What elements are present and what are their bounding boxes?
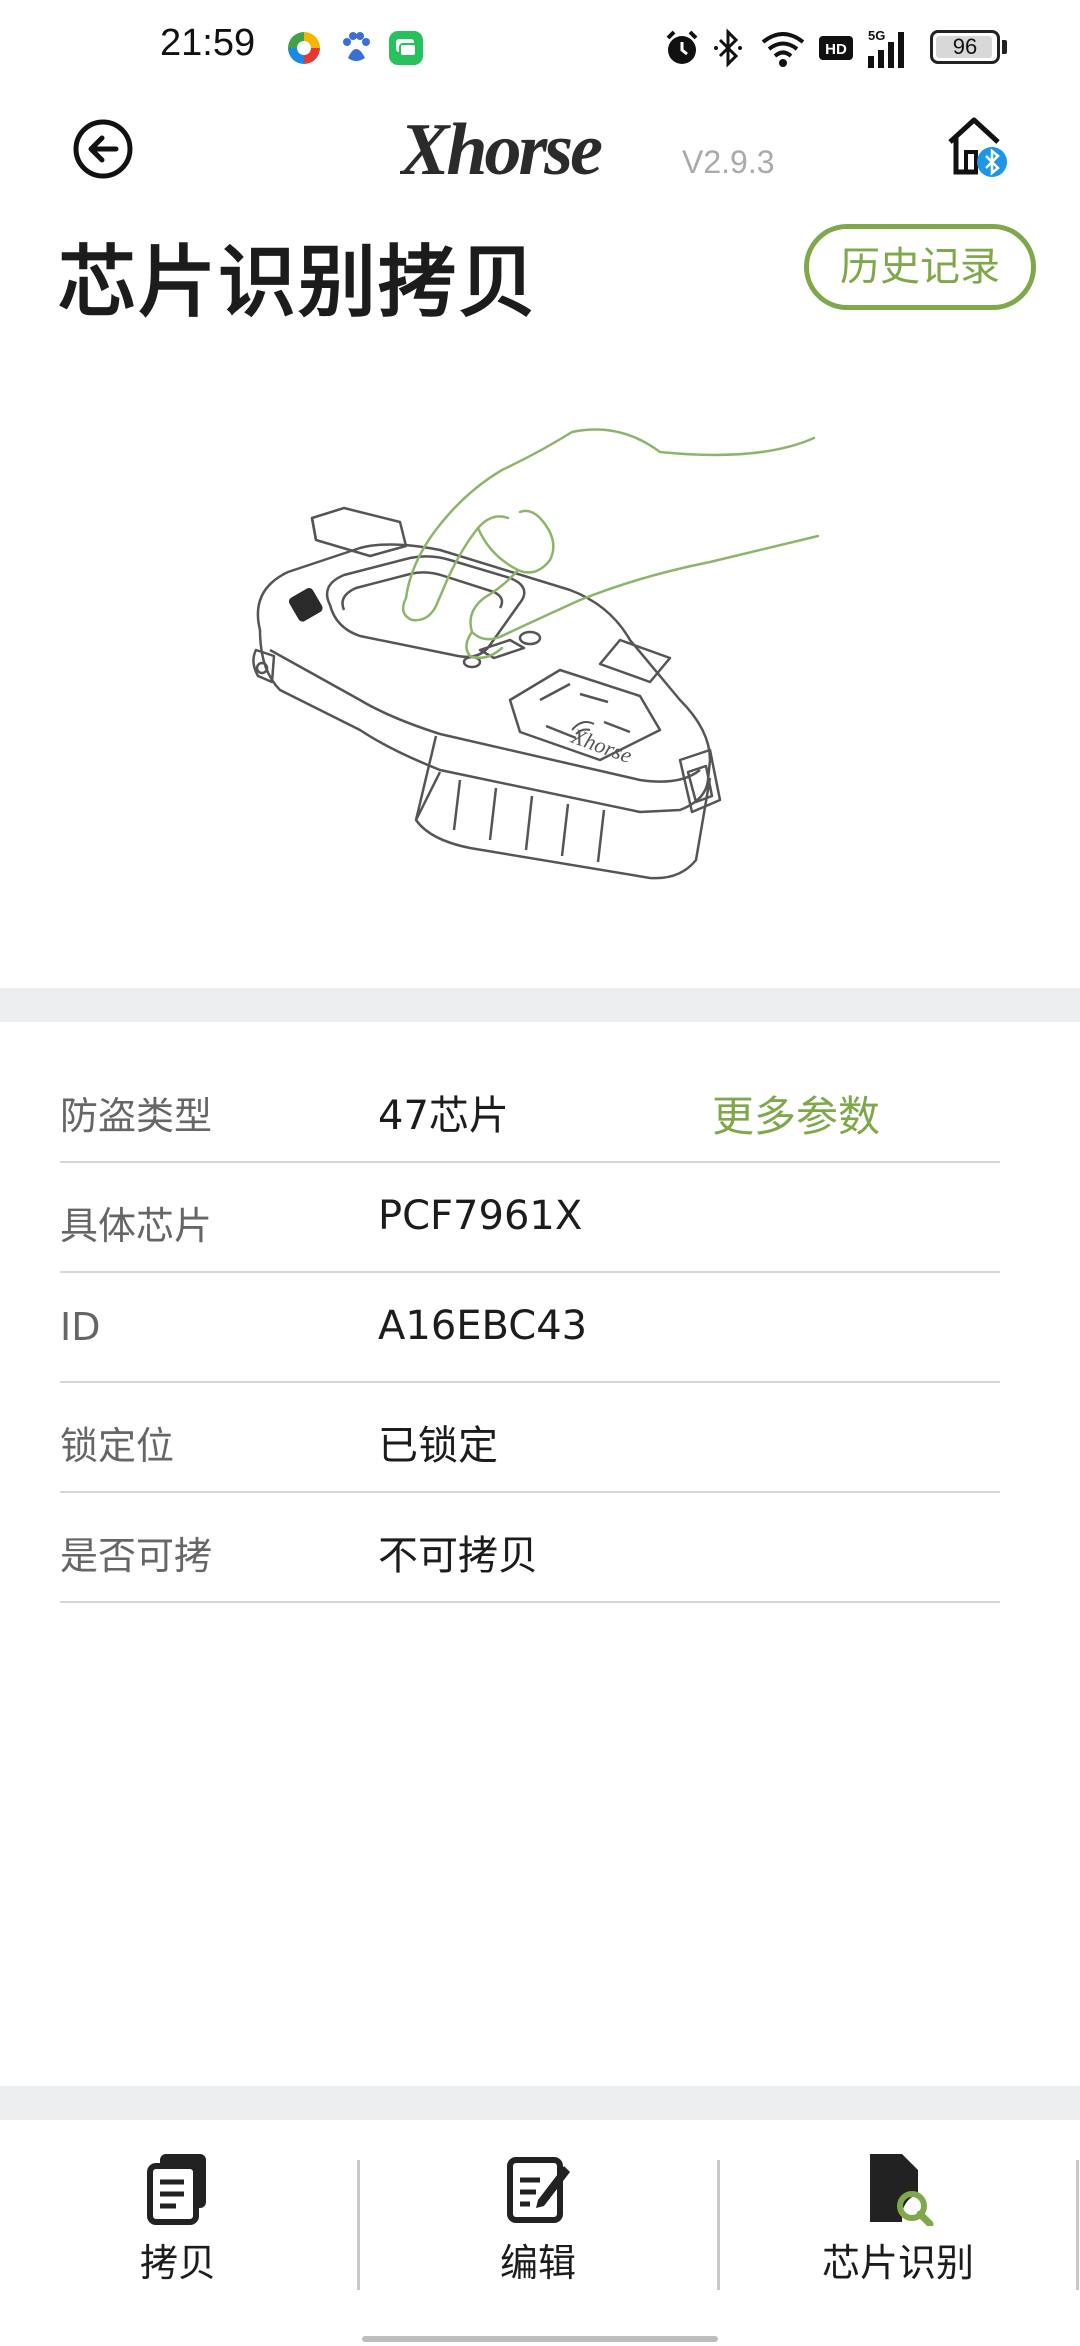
nav-separator xyxy=(357,2160,360,2290)
alarm-icon xyxy=(666,30,698,64)
info-label: 防盗类型 xyxy=(60,1094,213,1138)
bottom-divider xyxy=(0,2086,1080,2120)
app-colorful-icon xyxy=(288,32,320,64)
app-version: V2.9.3 xyxy=(682,144,775,180)
chat-bubble-icon xyxy=(389,31,423,65)
info-label: 锁定位 xyxy=(60,1424,175,1468)
info-label: 具体芯片 xyxy=(60,1204,213,1248)
info-label: ID xyxy=(60,1305,101,1349)
info-label: 是否可拷 xyxy=(60,1534,213,1578)
status-bar: 21:59 HD 5G 96 xyxy=(0,0,1080,96)
bottom-nav: 拷贝 编辑 芯片识别 xyxy=(0,2120,1080,2346)
back-arrow-icon[interactable] xyxy=(72,118,134,180)
battery-icon: 96 xyxy=(930,30,1000,64)
info-value: 已锁定 xyxy=(378,1423,498,1469)
nav-edit[interactable]: 编辑 xyxy=(388,2150,688,2300)
page-title: 芯片识别拷贝 xyxy=(58,238,539,328)
baidu-paw-icon xyxy=(343,32,370,61)
device-illustration: Xhorse xyxy=(252,428,820,880)
bluetooth-icon xyxy=(714,28,742,68)
info-value: PCF7961X xyxy=(378,1193,583,1239)
svg-text:Xhorse: Xhorse xyxy=(400,109,602,184)
nav-chip-identify[interactable]: 芯片识别 xyxy=(748,2150,1048,2300)
history-button[interactable]: 历史记录 xyxy=(804,224,1036,310)
nav-label: 芯片识别 xyxy=(821,2241,974,2285)
edit-icon xyxy=(507,2157,570,2223)
nav-copy[interactable]: 拷贝 xyxy=(28,2150,328,2300)
5g-signal-icon: 5G xyxy=(868,28,904,68)
battery-tip xyxy=(1002,40,1007,54)
section-divider xyxy=(0,988,1080,1022)
battery-level: 96 xyxy=(952,34,978,59)
nav-label: 拷贝 xyxy=(139,2241,216,2285)
info-row-anti-theft-type: 防盗类型 47芯片 更多参数 xyxy=(60,1053,1000,1163)
info-row-lock-bit: 锁定位 已锁定 xyxy=(60,1383,1000,1493)
svg-text:HD: HD xyxy=(825,41,847,58)
chip-search-icon xyxy=(870,2154,934,2226)
hd-icon: HD xyxy=(819,36,853,60)
copy-icon xyxy=(147,2154,206,2225)
svg-text:5G: 5G xyxy=(868,28,885,43)
nav-separator xyxy=(1076,2160,1079,2290)
info-value: 47芯片 xyxy=(378,1093,509,1139)
info-value: 不可拷贝 xyxy=(378,1533,538,1579)
info-row-copyable: 是否可拷 不可拷贝 xyxy=(60,1493,1000,1603)
status-time: 21:59 xyxy=(160,22,256,64)
wifi-icon xyxy=(761,32,805,67)
info-row-id: ID A16EBC43 xyxy=(60,1273,1000,1383)
nav-separator xyxy=(717,2160,720,2290)
home-bluetooth-icon[interactable] xyxy=(944,112,1010,180)
info-value: A16EBC43 xyxy=(378,1303,588,1349)
nav-label: 编辑 xyxy=(499,2241,576,2285)
home-indicator[interactable] xyxy=(362,2336,718,2342)
info-row-specific-chip: 具体芯片 PCF7961X xyxy=(60,1163,1000,1273)
more-params-link[interactable]: 更多参数 xyxy=(712,1083,880,1144)
xhorse-logo: Xhorse xyxy=(400,109,605,184)
